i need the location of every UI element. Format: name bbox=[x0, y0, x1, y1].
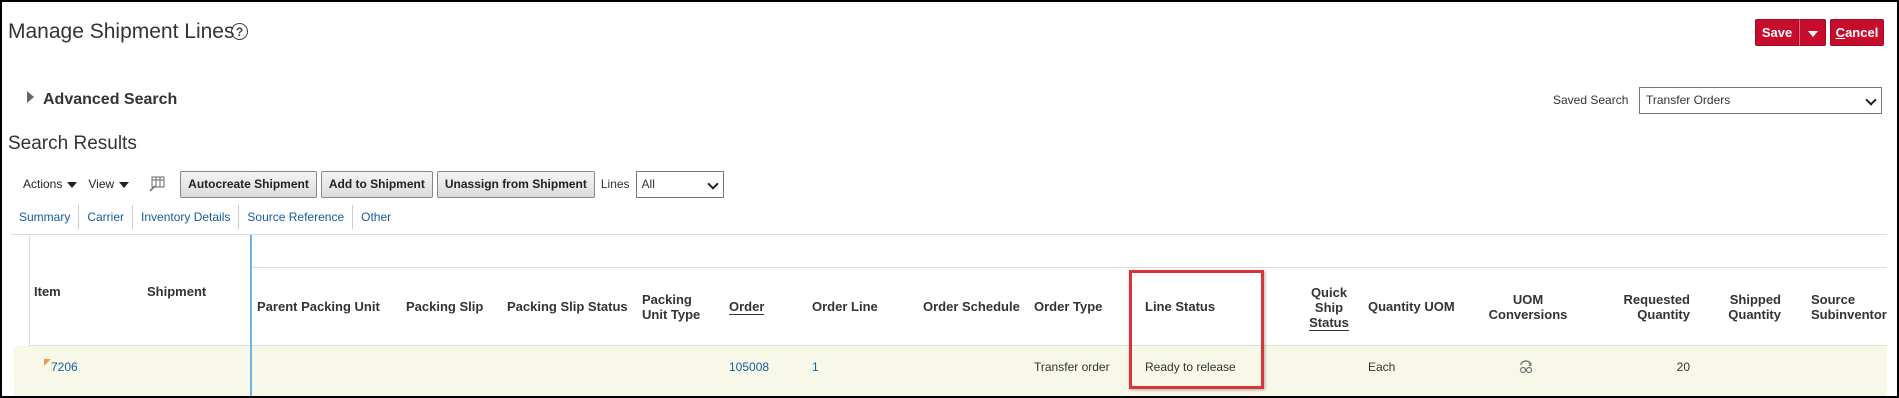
column-header-shipment[interactable]: Shipment bbox=[147, 284, 206, 299]
column-header-source-subinventory-line1: Source bbox=[1811, 292, 1856, 307]
column-header-packing-unit-type[interactable]: Packing Unit Type bbox=[642, 292, 700, 322]
tab-carrier[interactable]: Carrier bbox=[79, 205, 134, 229]
cell-quantity-uom: Each bbox=[1368, 360, 1396, 374]
save-button-group: Save bbox=[1755, 19, 1826, 46]
chevron-down-icon bbox=[1865, 94, 1877, 106]
tab-other[interactable]: Other bbox=[353, 205, 399, 229]
save-menu-button[interactable] bbox=[1799, 19, 1826, 46]
results-tabs: Summary Carrier Inventory Details Source… bbox=[11, 205, 399, 229]
cell-item-link[interactable]: 7206 bbox=[51, 360, 78, 374]
new-item-flag-icon bbox=[44, 359, 51, 366]
uom-conversion-icon[interactable] bbox=[1518, 360, 1534, 374]
column-header-uom-conversions-line1: UOM bbox=[1512, 292, 1544, 307]
column-header-quick-ship-status-line2: Ship bbox=[1314, 300, 1344, 315]
table-right-edge bbox=[1887, 235, 1895, 396]
divider bbox=[11, 234, 1887, 235]
column-header-order[interactable]: Order bbox=[729, 299, 765, 315]
frozen-column-divider[interactable] bbox=[250, 235, 252, 396]
column-header-requested-quantity[interactable]: Requested Quantity bbox=[1598, 292, 1690, 322]
column-header-order-line[interactable]: Order Line bbox=[812, 299, 878, 314]
help-icon[interactable]: ? bbox=[231, 23, 248, 40]
column-header-source-subinventory-line2: Subinventor bbox=[1811, 307, 1887, 322]
page-title: Manage Shipment Lines bbox=[8, 20, 235, 43]
column-header-packing-slip[interactable]: Packing Slip bbox=[406, 299, 483, 314]
column-header-packing-slip-status[interactable]: Packing Slip Status bbox=[507, 299, 628, 314]
column-header-order-type[interactable]: Order Type bbox=[1034, 299, 1102, 314]
advanced-search-label: Advanced Search bbox=[43, 91, 178, 108]
chevron-down-icon bbox=[706, 177, 719, 190]
column-header-uom-conversions-line2: Conversions bbox=[1488, 307, 1568, 322]
divider bbox=[252, 267, 1887, 268]
expand-arrow-icon bbox=[27, 91, 34, 103]
add-to-shipment-button[interactable]: Add to Shipment bbox=[320, 170, 433, 198]
tab-inventory-details[interactable]: Inventory Details bbox=[133, 205, 240, 229]
cell-order-link[interactable]: 105008 bbox=[729, 360, 769, 374]
column-header-quantity-uom[interactable]: Quantity UOM bbox=[1368, 299, 1455, 314]
column-header-uom-conversions[interactable]: UOM Conversions bbox=[1478, 292, 1578, 322]
column-header-shipped-quantity-line1: Shipped bbox=[1729, 292, 1781, 307]
lines-filter-value: All bbox=[641, 176, 655, 191]
column-header-order-schedule[interactable]: Order Schedule bbox=[923, 299, 1020, 314]
cell-requested-quantity: 20 bbox=[1676, 360, 1690, 374]
cell-order-line-link[interactable]: 1 bbox=[812, 360, 819, 374]
saved-search-label: Saved Search bbox=[1553, 93, 1629, 107]
divider bbox=[29, 345, 1887, 346]
caret-down-icon bbox=[67, 181, 78, 188]
autocreate-shipment-button[interactable]: Autocreate Shipment bbox=[180, 170, 317, 198]
column-header-quick-ship-status-line1: Quick bbox=[1310, 285, 1348, 300]
column-header-requested-quantity-line1: Requested bbox=[1623, 292, 1690, 307]
column-header-order-label: Order bbox=[729, 299, 765, 315]
line-status-highlight-annotation bbox=[1129, 270, 1264, 389]
actions-menu-label: Actions bbox=[23, 177, 63, 191]
saved-search-select[interactable]: Transfer Orders bbox=[1639, 87, 1882, 114]
save-button[interactable]: Save bbox=[1755, 19, 1799, 46]
cancel-button[interactable]: Cancel bbox=[1830, 19, 1884, 46]
column-header-requested-quantity-line2: Quantity bbox=[1637, 307, 1690, 322]
saved-search-value: Transfer Orders bbox=[1646, 93, 1731, 107]
tab-source-reference[interactable]: Source Reference bbox=[239, 205, 354, 229]
column-header-packing-unit-type-line1: Packing bbox=[642, 292, 692, 307]
column-header-item[interactable]: Item bbox=[34, 284, 61, 299]
results-toolbar: Actions View Autocreate Shipment Add to … bbox=[23, 170, 724, 198]
column-header-quick-ship-status[interactable]: Quick Ship Status bbox=[1307, 285, 1351, 331]
tab-summary[interactable]: Summary bbox=[11, 205, 80, 229]
detach-table-icon[interactable] bbox=[148, 175, 168, 193]
lines-filter-select[interactable]: All bbox=[635, 170, 724, 198]
advanced-search-toggle[interactable]: Advanced Search bbox=[27, 91, 177, 109]
lines-filter-label: Lines bbox=[600, 177, 630, 191]
column-header-shipped-quantity-line2: Quantity bbox=[1728, 307, 1781, 322]
cell-order-type: Transfer order bbox=[1034, 360, 1110, 374]
chevron-down-icon bbox=[1807, 30, 1818, 37]
column-header-packing-unit-type-line2: Unit Type bbox=[642, 307, 701, 322]
app-frame: Manage Shipment Lines ? Save Cancel Adva… bbox=[0, 0, 1899, 398]
cancel-button-label: Cancel bbox=[1835, 25, 1879, 40]
view-menu-label: View bbox=[88, 177, 115, 191]
column-header-quick-ship-status-line3-text: Status bbox=[1309, 315, 1349, 331]
column-header-shipped-quantity[interactable]: Shipped Quantity bbox=[1713, 292, 1781, 322]
column-header-source-subinventory[interactable]: Source Subinventor bbox=[1811, 292, 1887, 322]
column-header-quick-ship-status-line3: Status bbox=[1307, 315, 1351, 331]
unassign-from-shipment-button[interactable]: Unassign from Shipment bbox=[436, 170, 595, 198]
view-menu[interactable]: View bbox=[88, 177, 130, 191]
actions-menu[interactable]: Actions bbox=[23, 177, 78, 191]
caret-down-icon bbox=[119, 181, 130, 188]
column-header-parent-packing-unit[interactable]: Parent Packing Unit bbox=[257, 299, 380, 314]
search-results-heading: Search Results bbox=[8, 133, 137, 154]
